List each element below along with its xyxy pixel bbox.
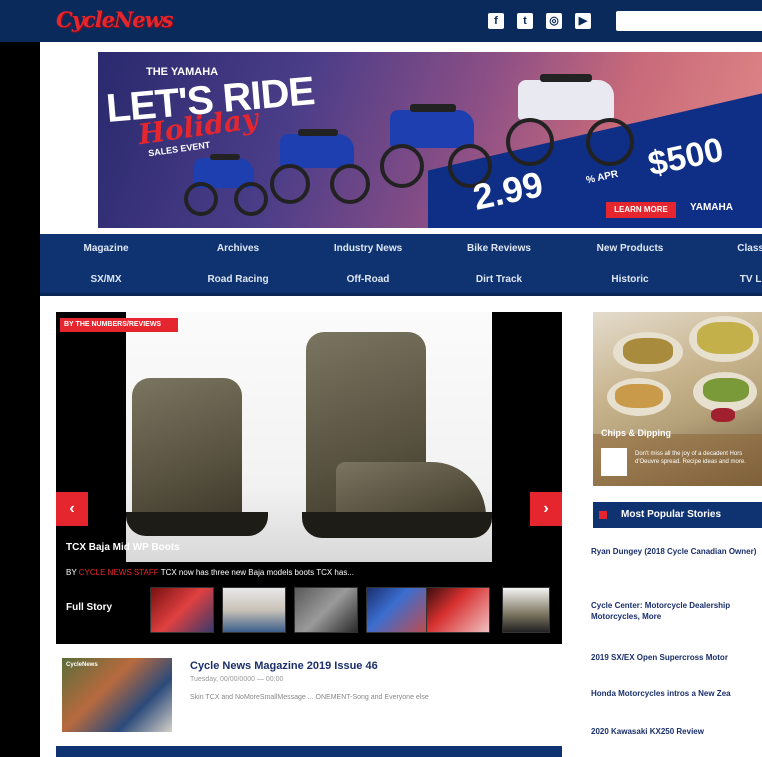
banner-brand: YAMAHA	[690, 202, 733, 213]
search-input[interactable]	[616, 11, 762, 31]
facebook-icon[interactable]: f	[488, 13, 504, 29]
news-description: Skin TCX and NoMoreSmallMessage ... ONEM…	[190, 694, 429, 701]
nav-item-dirt-track[interactable]: Dirt Track	[476, 274, 522, 285]
popular-story-link[interactable]: 2019 SX/EX Open Supercross Motor	[591, 652, 762, 663]
slider-prev-button[interactable]: ‹	[56, 492, 88, 526]
left-boot-sole	[126, 512, 268, 536]
top-header-bar: CycleNews f t ◎ ▶	[0, 0, 762, 42]
nav-item-archives[interactable]: Archives	[217, 243, 259, 254]
nav-item-historic[interactable]: Historic	[611, 274, 648, 285]
nav-row-2: SX/MX Road Racing Off-Road Dirt Track Hi…	[40, 274, 762, 302]
slider-thumbnail[interactable]	[502, 587, 550, 633]
ad-food-shape	[623, 338, 673, 364]
yamaha-banner-ad[interactable]: THE YAMAHA LET'S RIDE Holiday SALES EVEN…	[98, 52, 762, 228]
featured-author-link[interactable]: CYCLE NEWS STAFF	[79, 568, 159, 577]
banner-small-text: THE YAMAHA	[146, 66, 219, 78]
popular-story-link[interactable]: Honda Motorcycles intros a New Zea	[591, 688, 762, 699]
nav-item-off-road[interactable]: Off-Road	[347, 274, 390, 285]
ad-logo	[601, 448, 627, 476]
most-popular-title: Most Popular Stories	[621, 509, 722, 520]
full-story-link[interactable]: Full Story	[66, 602, 112, 613]
featured-meta: BY CYCLE NEWS STAFF TCX now has three ne…	[66, 568, 354, 577]
ad-title: Chips & Dipping	[601, 428, 671, 438]
news-date: Tuesday, 00/00/0000 — 00:00	[190, 676, 284, 683]
next-section-bar	[56, 746, 562, 757]
news-title[interactable]: Cycle News Magazine 2019 Issue 46	[190, 660, 378, 672]
nav-item-bike-reviews[interactable]: Bike Reviews	[467, 243, 531, 254]
nav-item-classifieds[interactable]: Classi	[737, 243, 762, 254]
ad-food-shape	[697, 322, 753, 354]
popular-story-link[interactable]: Cycle Center: Motorcycle Dealership Moto…	[591, 600, 762, 622]
nav-item-sx-mx[interactable]: SX/MX	[90, 274, 121, 285]
nav-item-industry-news[interactable]: Industry News	[334, 243, 402, 254]
slider-thumbnail[interactable]	[294, 587, 358, 633]
slider-thumbnail[interactable]	[366, 587, 430, 633]
main-navigation: Magazine Archives Industry News Bike Rev…	[40, 234, 762, 296]
slider-thumbnail[interactable]	[426, 587, 490, 633]
twitter-icon[interactable]: t	[517, 13, 533, 29]
most-popular-header: Most Popular Stories	[593, 502, 762, 528]
news-list-item[interactable]: CycleNews Cycle News Magazine 2019 Issue…	[56, 654, 562, 738]
left-black-strip	[0, 0, 40, 757]
site-logo[interactable]: CycleNews	[56, 7, 173, 32]
ad-text: Don't miss all the joy of a decadent Hor…	[635, 451, 746, 465]
banner-learn-more-button[interactable]: LEARN MORE	[606, 202, 676, 218]
featured-slider[interactable]: BY THE NUMBERS/REVIEWS ‹ › TCX Baja Mid …	[56, 312, 562, 644]
slider-thumbnail[interactable]	[222, 587, 286, 633]
instagram-icon[interactable]: ◎	[546, 13, 562, 29]
popular-story-link[interactable]: 2020 Kawasaki KX250 Review	[591, 726, 762, 737]
popular-story-link[interactable]: Ryan Dungey (2018 Cycle Canadian Owner)	[591, 546, 762, 557]
nav-row-1: Magazine Archives Industry News Bike Rev…	[40, 243, 762, 271]
most-popular-marker	[599, 511, 607, 519]
sidebar-ad[interactable]: Chips & Dipping Don't miss all the joy o…	[593, 312, 762, 486]
news-thumb-tag: CycleNews	[66, 662, 98, 668]
featured-title[interactable]: TCX Baja Mid WP Boots	[66, 542, 180, 553]
banner-area: THE YAMAHA LET'S RIDE Holiday SALES EVEN…	[40, 42, 762, 232]
youtube-icon[interactable]: ▶	[575, 13, 591, 29]
featured-meta-prefix: BY	[66, 568, 77, 577]
ad-food-shape	[711, 408, 735, 422]
featured-excerpt: TCX now has three new Baja models boots …	[160, 568, 354, 577]
nav-item-tv-listings[interactable]: TV Li	[740, 274, 762, 285]
slider-thumbnail[interactable]	[150, 587, 214, 633]
featured-category-badge[interactable]: BY THE NUMBERS/REVIEWS	[60, 318, 178, 332]
right-boot-sole	[302, 512, 492, 538]
ad-food-shape	[615, 384, 663, 408]
news-thumbnail[interactable]: CycleNews	[62, 658, 172, 732]
featured-boots-image	[126, 312, 492, 562]
nav-item-road-racing[interactable]: Road Racing	[207, 274, 268, 285]
ad-food-shape	[703, 378, 749, 402]
nav-item-magazine[interactable]: Magazine	[83, 243, 128, 254]
left-boot-shape	[132, 378, 242, 528]
slider-next-button[interactable]: ›	[530, 492, 562, 526]
nav-item-new-products[interactable]: New Products	[597, 243, 664, 254]
